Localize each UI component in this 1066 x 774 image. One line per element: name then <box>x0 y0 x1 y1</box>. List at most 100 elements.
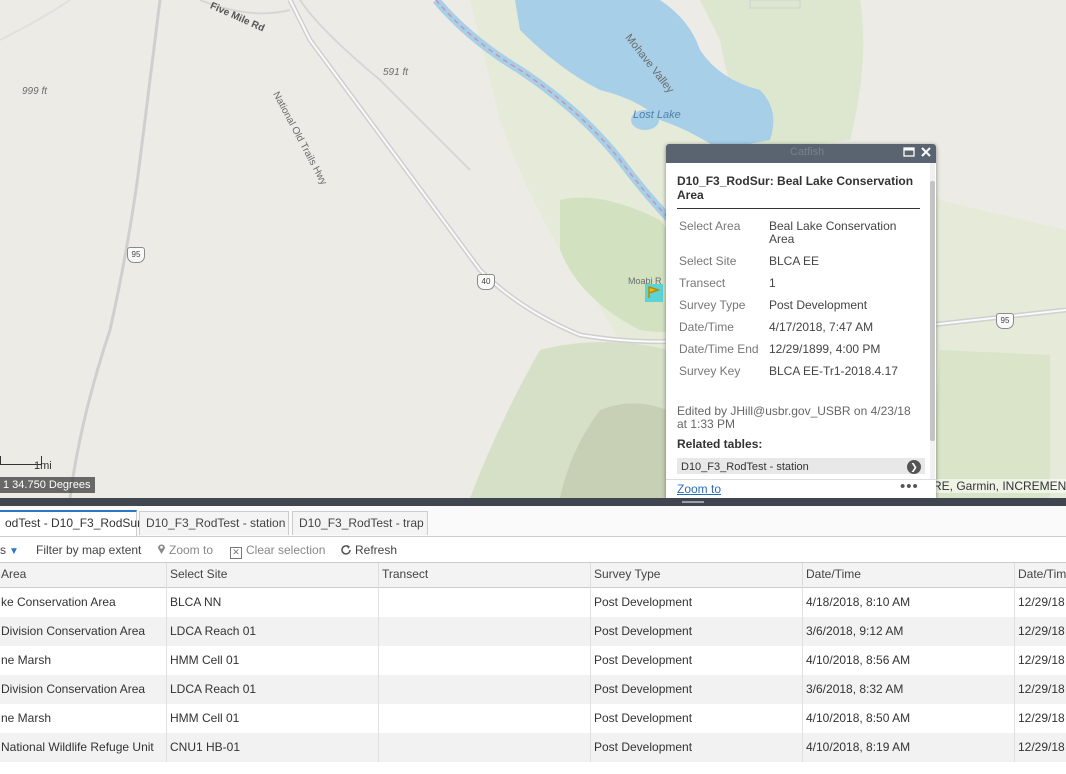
popup-title: D10_F3_RodSur: Beal Lake Conservation Ar… <box>677 174 920 209</box>
popup-header-ghost-label: Catfish <box>790 146 825 158</box>
us-95-shield-icon-east: 95 <box>996 313 1014 329</box>
table-cell <box>379 617 591 646</box>
table-cell: Division Conservation Area <box>0 675 167 704</box>
table-row[interactable]: ne Marsh HMM Cell 01 Post Development 4/10/… <box>0 646 1066 675</box>
popup-attribute-value: 4/17/2018, 7:47 AM <box>769 320 874 334</box>
popup-attribute-value: 12/29/1899, 4:00 PM <box>769 342 881 356</box>
column-header[interactable]: Date/Time <box>803 563 1015 588</box>
column-header[interactable]: Date/Tim <box>1015 563 1066 588</box>
filter-by-extent-button[interactable]: Filter by map extent <box>36 543 141 557</box>
table-cell: 12/29/18 <box>1015 588 1066 617</box>
table-cell: 4/10/2018, 8:50 AM <box>803 704 1015 733</box>
column-header[interactable]: Area <box>0 563 167 588</box>
table-cell: Post Development <box>591 675 803 704</box>
popup-attribute-key: Select Area <box>679 219 741 233</box>
table-cell: Post Development <box>591 646 803 675</box>
table-cell: LDCA Reach 01 <box>167 617 379 646</box>
popup-attribute-value: 1 <box>769 276 776 290</box>
table-row[interactable]: National Wildlife Refuge Unit CNU1 HB-01 P… <box>0 733 1066 762</box>
table-cell: CNU1 HB-01 <box>167 733 379 762</box>
table-cell: 3/6/2018, 9:12 AM <box>803 617 1015 646</box>
window-maximize-icon[interactable] <box>902 146 916 160</box>
refresh-button[interactable]: Refresh <box>340 543 397 557</box>
grid-header: Area Select Site Transect Survey Type Date/T… <box>0 562 1066 588</box>
table-cell: National Wildlife Refuge Unit <box>0 733 167 762</box>
related-table-item[interactable]: D10_F3_RodTest - station ❯ <box>677 458 925 474</box>
column-header[interactable]: Survey Type <box>591 563 803 588</box>
popup-attribute-key: Transect <box>679 276 726 290</box>
table-cell: LDCA Reach 01 <box>167 675 379 704</box>
related-table-item-label: D10_F3_RodTest - station <box>681 461 809 473</box>
table-cell: Division Conservation Area <box>0 617 167 646</box>
table-cell: 12/29/18 <box>1015 704 1066 733</box>
popup-attribute-table: Select Area Beal Lake Conservation Area Se… <box>677 217 909 384</box>
clear-selection-label: Clear selection <box>246 543 326 557</box>
table-row[interactable]: Division Conservation Area LDCA Reach 01 P… <box>0 617 1066 646</box>
options-dropdown[interactable]: s ▼ <box>0 543 19 557</box>
elevation-label-999: 999 ft <box>22 86 48 97</box>
table-row[interactable]: ke Conservation Area BLCA NN Post Developm… <box>0 588 1066 617</box>
popup-attribute-key: Date/Time End <box>679 342 759 356</box>
column-header[interactable]: Transect <box>379 563 591 588</box>
more-actions-icon[interactable]: ••• <box>900 478 919 495</box>
clear-selection-button[interactable]: ✕ Clear selection <box>230 543 326 559</box>
table-cell: 4/10/2018, 8:56 AM <box>803 646 1015 675</box>
popup-attribute-value: Post Development <box>769 298 868 312</box>
close-icon[interactable] <box>919 146 933 160</box>
chevron-right-icon[interactable]: ❯ <box>907 460 921 474</box>
map-view[interactable]: Five Mile Rd National Old Trails Hwy 591… <box>0 0 1066 498</box>
popup-attribute-row: Select Area Beal Lake Conservation Area <box>677 217 909 252</box>
popup-attribute-value: BLCA EE-Tr1-2018.4.17 <box>769 364 898 378</box>
tab-rodsur[interactable]: odTest - D10_F3_RodSur <box>0 510 141 536</box>
table-cell: 12/29/18 <box>1015 675 1066 704</box>
attribute-grid: Area Select Site Transect Survey Type Date/T… <box>0 562 1066 774</box>
popup-attribute-key: Select Site <box>679 254 737 268</box>
popup-attribute-row: Date/Time End 12/29/1899, 4:00 PM <box>677 340 909 362</box>
attribute-table-tabs: odTest - D10_F3_RodSur D10_F3_RodTest - … <box>0 506 1066 537</box>
map-attribution: RE, Garmin, INCREMENT <box>931 479 1066 493</box>
popup-attribute-value: BLCA EE <box>769 254 820 268</box>
coordinate-readout: 1 34.750 Degrees <box>0 477 96 493</box>
table-cell: 4/18/2018, 8:10 AM <box>803 588 1015 617</box>
table-cell: 4/10/2018, 8:19 AM <box>803 733 1015 762</box>
map-pin-icon <box>157 543 166 557</box>
table-row[interactable]: Division Conservation Area LDCA Reach 01 P… <box>0 675 1066 704</box>
popup-edit-info: Edited by JHill@usbr.gov_USBR on 4/23/18… <box>677 404 911 431</box>
splitter-handle-icon[interactable] <box>682 501 704 503</box>
zoom-to-label: Zoom to <box>169 543 214 557</box>
table-cell: ne Marsh <box>0 646 167 675</box>
table-cell: 12/29/18 <box>1015 646 1066 675</box>
popup-attribute-value: Beal Lake Conservation Area <box>769 219 897 246</box>
scale-label: 1mi <box>34 460 52 472</box>
table-cell: HMM Cell 01 <box>167 704 379 733</box>
popup-attribute-key: Date/Time <box>679 320 734 334</box>
popup-scrollbar-thumb[interactable] <box>930 181 935 441</box>
tab-station[interactable]: D10_F3_RodTest - station <box>139 511 289 535</box>
table-cell <box>379 704 591 733</box>
i-40-shield-icon: 40 <box>477 274 495 290</box>
popup-attribute-row: Select Site BLCA EE <box>677 252 909 274</box>
column-header[interactable]: Select Site <box>167 563 379 588</box>
tab-trap[interactable]: D10_F3_RodTest - trap <box>292 511 428 535</box>
popup-body: D10_F3_RodSur: Beal Lake Conservation Ar… <box>666 163 930 479</box>
popup-attribute-row: Date/Time 4/17/2018, 7:47 AM <box>677 318 909 340</box>
table-row[interactable]: ne Marsh HMM Cell 01 Post Development 4/10/… <box>0 704 1066 733</box>
table-cell: ne Marsh <box>0 704 167 733</box>
table-cell <box>379 675 591 704</box>
clear-selection-icon: ✕ <box>230 547 242 559</box>
zoom-to-button[interactable]: Zoom to <box>157 543 213 557</box>
options-label: s <box>0 543 6 557</box>
table-cell: HMM Cell 01 <box>167 646 379 675</box>
elevation-label-591: 591 ft <box>383 67 409 78</box>
popup-header: Catfish <box>666 144 936 163</box>
popup-footer: Zoom to ••• <box>666 478 936 498</box>
table-cell <box>379 588 591 617</box>
popup-scrollbar[interactable] <box>930 163 935 479</box>
popup-attribute-key: Survey Key <box>679 364 741 378</box>
popup-attribute-row: Survey Key BLCA EE-Tr1-2018.4.17 <box>677 362 909 384</box>
table-cell: Post Development <box>591 617 803 646</box>
table-cell: Post Development <box>591 733 803 762</box>
table-cell <box>379 733 591 762</box>
popup-zoom-to-link[interactable]: Zoom to <box>677 482 721 496</box>
panel-splitter[interactable] <box>0 498 1066 506</box>
